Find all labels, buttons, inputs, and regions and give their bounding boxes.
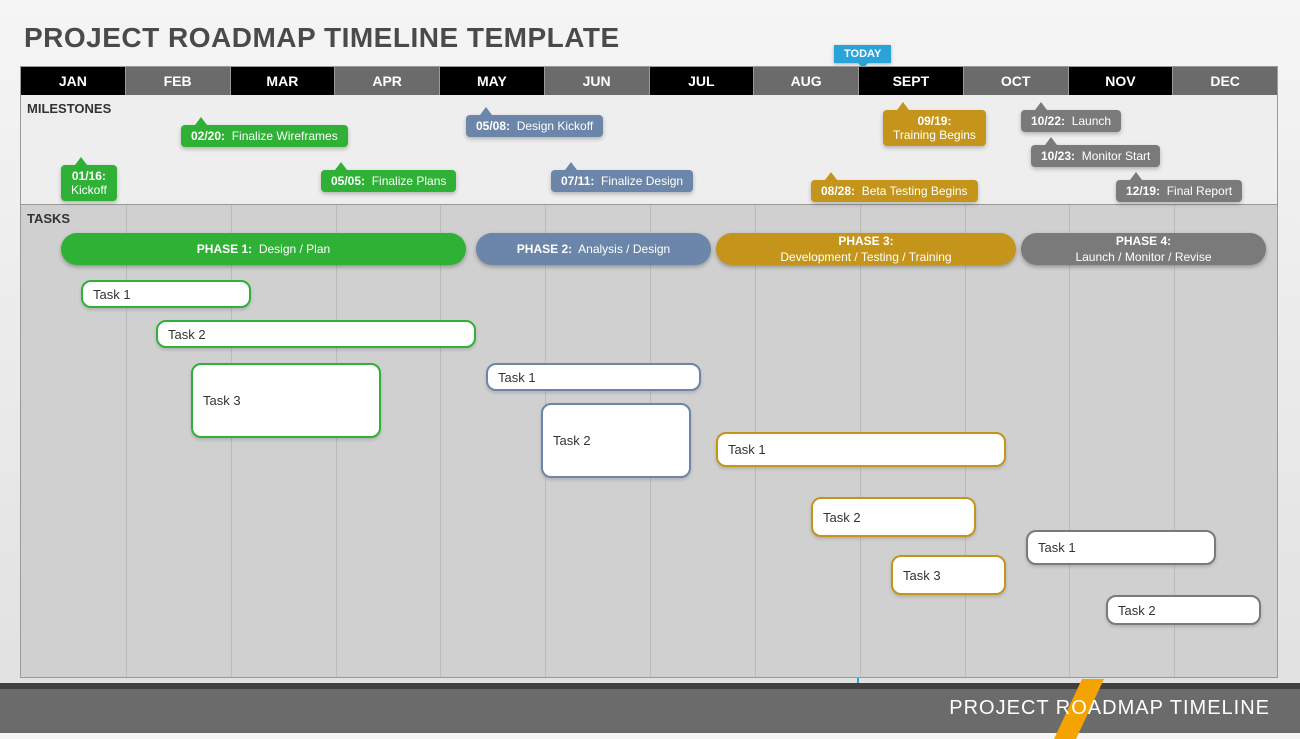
month-may: MAY	[439, 67, 544, 95]
milestone-0508[interactable]: 05/08: Design Kickoff	[466, 115, 603, 137]
phase-bar[interactable]: PHASE 2: Analysis / Design	[476, 233, 711, 265]
milestone-0919[interactable]: 09/19:Training Begins	[883, 110, 986, 146]
month-dec: DEC	[1172, 67, 1277, 95]
roadmap-chart: JANFEBMARAPRMAYJUNJULAUGSEPTOCTNOVDEC MI…	[20, 66, 1278, 678]
tasks-section: TASKS PHASE 1: Design / Plan PHASE 2: Ana…	[21, 205, 1277, 677]
milestones-label: MILESTONES	[27, 101, 111, 116]
footer-stripe	[0, 683, 1300, 689]
milestone-0505[interactable]: 05/05: Finalize Plans	[321, 170, 456, 192]
task-box[interactable]: Task 1	[716, 432, 1006, 467]
roadmap-slide: PROJECT ROADMAP TIMELINE TEMPLATE TODAY …	[0, 0, 1300, 733]
milestone-0116[interactable]: 01/16:Kickoff	[61, 165, 117, 201]
phase-bar[interactable]: PHASE 4:Launch / Monitor / Revise	[1021, 233, 1266, 265]
task-box[interactable]: Task 1	[81, 280, 251, 308]
month-jun: JUN	[544, 67, 649, 95]
month-apr: APR	[334, 67, 439, 95]
milestone-0828[interactable]: 08/28: Beta Testing Begins	[811, 180, 978, 202]
milestone-0711[interactable]: 07/11: Finalize Design	[551, 170, 693, 192]
page-title: PROJECT ROADMAP TIMELINE TEMPLATE	[24, 22, 620, 54]
footer-title: PROJECT ROADMAP TIMELINE	[949, 697, 1270, 720]
task-box[interactable]: Task 1	[1026, 530, 1216, 565]
month-aug: AUG	[753, 67, 858, 95]
milestone-1219[interactable]: 12/19: Final Report	[1116, 180, 1242, 202]
milestone-0220[interactable]: 02/20: Finalize Wireframes	[181, 125, 348, 147]
month-jul: JUL	[649, 67, 754, 95]
month-nov: NOV	[1068, 67, 1173, 95]
month-mar: MAR	[230, 67, 335, 95]
month-sept: SEPT	[858, 67, 963, 95]
phase-bar[interactable]: PHASE 3:Development / Testing / Training	[716, 233, 1016, 265]
tasks-label: TASKS	[27, 211, 70, 226]
milestones-section: MILESTONES 01/16:Kickoff 02/20: Finalize …	[21, 95, 1277, 205]
today-marker-flag: TODAY	[834, 45, 891, 63]
task-box[interactable]: Task 1	[486, 363, 701, 391]
month-oct: OCT	[963, 67, 1068, 95]
month-jan: JAN	[21, 67, 125, 95]
footer-bar: PROJECT ROADMAP TIMELINE	[0, 689, 1300, 733]
milestone-1023[interactable]: 10/23: Monitor Start	[1031, 145, 1160, 167]
task-box[interactable]: Task 2	[1106, 595, 1261, 625]
month-header-row: JANFEBMARAPRMAYJUNJULAUGSEPTOCTNOVDEC	[21, 67, 1277, 95]
task-box[interactable]: Task 3	[891, 555, 1006, 595]
milestone-1022[interactable]: 10/22: Launch	[1021, 110, 1121, 132]
task-box[interactable]: Task 3	[191, 363, 381, 438]
phase-bar[interactable]: PHASE 1: Design / Plan	[61, 233, 466, 265]
task-box[interactable]: Task 2	[156, 320, 476, 348]
task-box[interactable]: Task 2	[811, 497, 976, 537]
task-box[interactable]: Task 2	[541, 403, 691, 478]
month-feb: FEB	[125, 67, 230, 95]
